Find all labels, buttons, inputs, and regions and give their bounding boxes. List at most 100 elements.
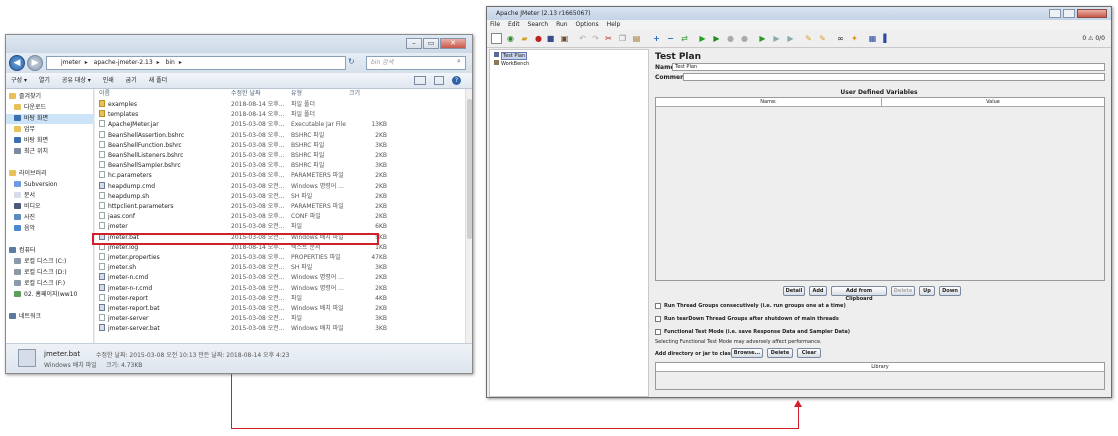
file-list-scrollbar[interactable] <box>465 89 472 343</box>
collapse-icon[interactable]: − <box>665 33 676 44</box>
classpath-clear-button[interactable]: Clear <box>797 348 821 358</box>
nav-item[interactable]: 바탕 화면 <box>6 114 94 124</box>
jmeter-close-button[interactable] <box>1077 9 1107 18</box>
file-row[interactable]: heapdump.sh 2015-03-08 오전... SH 파일 2KB <box>95 191 465 202</box>
file-row[interactable]: jmeter-report.bat 2015-03-08 오전... Windows… <box>95 304 465 314</box>
nav-item[interactable]: 다운로드 <box>6 103 94 113</box>
file-row[interactable]: httpclient.parameters 2015-03-08 오후... PAR… <box>95 202 465 212</box>
preview-pane-icon[interactable] <box>434 76 444 85</box>
up-button[interactable]: Up <box>919 286 935 296</box>
file-row[interactable]: examples 2018-08-14 오후... 파일 폴더 <box>95 100 465 110</box>
undo-icon[interactable]: ↶ <box>577 33 588 44</box>
print-button[interactable]: 인쇄 <box>103 73 114 88</box>
file-row[interactable]: BeanShellFunction.bshrc 2015-03-08 오후... B… <box>95 140 465 151</box>
delete-button[interactable]: Delete <box>891 286 915 296</box>
file-row[interactable]: jmeter.properties 2015-03-08 오후... PROPERT… <box>95 253 465 263</box>
nav-item[interactable]: 최근 위치 <box>6 147 94 157</box>
remote-start-all-icon[interactable]: ▶ <box>771 33 782 44</box>
close-button[interactable]: ✕ <box>440 38 466 49</box>
menu-search[interactable]: Search <box>528 21 549 28</box>
add-from-clipboard-button[interactable]: Add from Clipboard <box>831 286 887 302</box>
remote-start-icon[interactable]: ▶ <box>757 33 768 44</box>
copy-icon[interactable]: ❐ <box>617 33 628 44</box>
column-type[interactable]: 유형 <box>291 89 302 99</box>
file-row[interactable]: jaas.conf 2015-03-08 오후... CONF 파일 2KB <box>95 212 465 222</box>
reset-search-icon[interactable]: ✦ <box>849 33 860 44</box>
browse-button[interactable]: Browse... <box>731 348 763 358</box>
file-row[interactable]: jmeter.sh 2015-03-08 오전... SH 파일 3KB <box>95 263 465 273</box>
templates-icon[interactable]: ◉ <box>505 33 516 44</box>
detail-button[interactable]: Detail <box>783 286 805 296</box>
toggle-icon[interactable]: ⇄ <box>679 33 690 44</box>
forward-button[interactable]: ▶ <box>27 55 43 71</box>
functional-mode-checkbox[interactable] <box>655 329 661 335</box>
close-plan-icon[interactable]: ● <box>533 33 544 44</box>
nav-item[interactable]: 음악 <box>6 224 94 234</box>
name-field[interactable]: Test Plan <box>672 63 1105 71</box>
cut-icon[interactable]: ✂ <box>603 33 614 44</box>
organize-menu[interactable]: 구성 ▾ <box>11 73 27 88</box>
file-row[interactable]: jmeter-server 2015-03-08 오전... 파일 3KB <box>95 314 465 324</box>
menu-run[interactable]: Run <box>556 21 568 28</box>
add-button[interactable]: Add <box>809 286 827 296</box>
menu-options[interactable]: Options <box>576 21 599 28</box>
save-as-icon[interactable]: ▣ <box>559 33 570 44</box>
clear-all-icon[interactable]: ✎ <box>817 33 828 44</box>
column-date[interactable]: 수정한 날짜 <box>231 89 261 99</box>
file-row[interactable]: jmeter-n.cmd 2015-03-08 오전... Windows 명령어 … <box>95 273 465 283</box>
back-button[interactable]: ◀ <box>9 55 25 71</box>
clear-icon[interactable]: ✎ <box>803 33 814 44</box>
help-icon[interactable]: ? <box>452 76 461 85</box>
nav-item[interactable]: 바탕 화면 <box>6 136 94 146</box>
column-size[interactable]: 크기 <box>349 89 360 99</box>
nav-item[interactable]: 로컬 디스크 (C:) <box>6 257 94 267</box>
file-row[interactable]: jmeter-report 2015-03-08 오전... 파일 4KB <box>95 293 465 304</box>
library-header[interactable]: Library <box>656 363 1104 372</box>
paste-icon[interactable]: ▤ <box>631 33 642 44</box>
help-book-icon[interactable]: ▌ <box>881 33 892 44</box>
new-folder-button[interactable]: 새 폴더 <box>149 73 167 88</box>
menu-file[interactable]: File <box>490 21 500 28</box>
nav-item[interactable]: Subversion <box>6 180 94 190</box>
file-row[interactable]: BeanShellSampler.bshrc 2015-03-08 오후... BS… <box>95 161 465 171</box>
file-row[interactable]: hc.parameters 2015-03-08 오후... PARAMETERS … <box>95 171 465 181</box>
nav-item[interactable]: 문서 <box>6 191 94 201</box>
nav-item[interactable]: 컴퓨터 <box>6 246 94 256</box>
nav-item[interactable]: 로컬 디스크 (D:) <box>6 268 94 278</box>
nav-item[interactable]: 로컬 디스크 (F:) <box>6 279 94 289</box>
menu-edit[interactable]: Edit <box>508 21 520 28</box>
burn-button[interactable]: 굽기 <box>126 73 137 88</box>
file-row[interactable]: jmeter-server.bat 2015-03-08 오전... Windows… <box>95 324 465 334</box>
function-helper-icon[interactable]: ▦ <box>867 33 878 44</box>
nav-item[interactable]: 라이브러리 <box>6 169 94 179</box>
column-name[interactable]: 이름 <box>99 89 110 99</box>
file-row[interactable]: templates 2018-08-14 오후... 파일 폴더 <box>95 110 465 120</box>
nav-item[interactable]: 네트워크 <box>6 312 94 322</box>
jmeter-maximize-button[interactable] <box>1063 9 1075 18</box>
view-options-icon[interactable] <box>414 76 426 85</box>
run-consecutively-checkbox[interactable] <box>655 303 661 309</box>
file-row[interactable]: ApacheJMeter.jar 2015-03-08 오후... Executab… <box>95 120 465 130</box>
start-no-pauses-icon[interactable]: ▶ <box>711 33 722 44</box>
breadcrumb-bin[interactable]: bin <box>166 59 175 66</box>
file-row[interactable]: heapdump.cmd 2015-03-08 오전... Windows 명령어 … <box>95 181 465 192</box>
nav-item[interactable]: 비디오 <box>6 202 94 212</box>
breadcrumb-jmeter[interactable]: jmeter <box>61 59 81 66</box>
binoculars-icon[interactable]: ∞ <box>835 33 846 44</box>
file-row[interactable]: BeanShellListeners.bshrc 2015-03-08 오후...… <box>95 151 465 161</box>
redo-icon[interactable]: ↷ <box>590 33 601 44</box>
stop-icon[interactable]: ● <box>725 33 736 44</box>
minimize-button[interactable]: – <box>406 38 422 49</box>
breadcrumb-apache-jmeter[interactable]: apache-jmeter-2.13 <box>94 59 153 66</box>
nav-item[interactable]: 02. 홈페이지(ww10 <box>6 290 94 300</box>
menu-help[interactable]: Help <box>607 21 621 28</box>
new-icon[interactable] <box>491 33 502 44</box>
shutdown-icon[interactable]: ● <box>739 33 750 44</box>
nav-item[interactable]: 업무 <box>6 125 94 135</box>
teardown-checkbox[interactable] <box>655 316 661 322</box>
address-box[interactable]: jmeter ▸ apache-jmeter-2.13 ▸ bin ▸ <box>46 56 346 70</box>
remote-stop-icon[interactable]: ▶ <box>785 33 796 44</box>
comments-field[interactable] <box>683 73 1105 81</box>
refresh-icon[interactable]: ↻ <box>348 57 355 66</box>
udv-header-value[interactable]: Value <box>882 98 1104 107</box>
